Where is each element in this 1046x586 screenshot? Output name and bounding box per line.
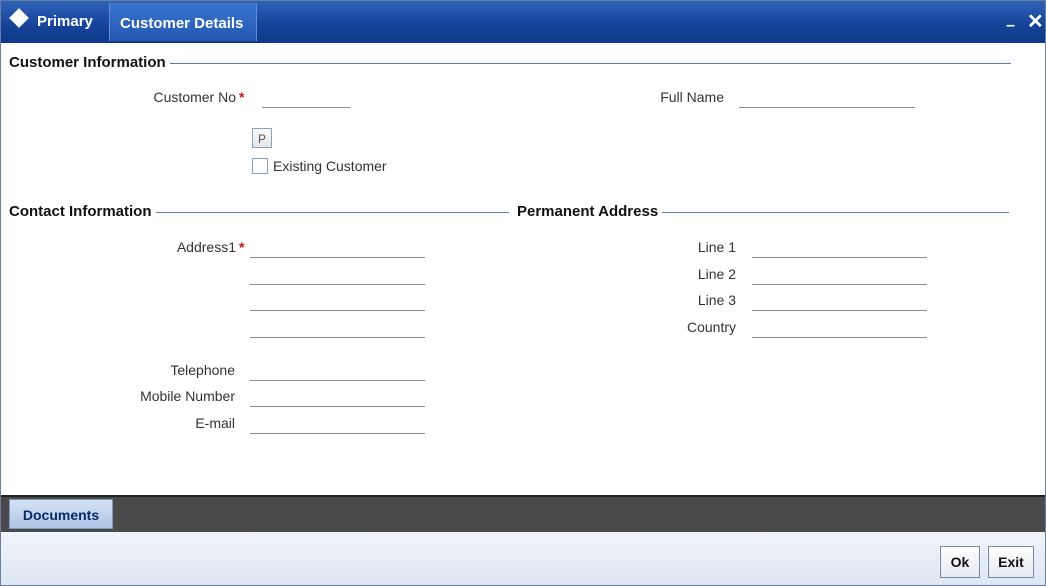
existing-customer-label: Existing Customer [273, 158, 387, 174]
tab-customer-details[interactable]: Customer Details [109, 3, 257, 41]
tab-primary[interactable]: Primary [27, 3, 103, 41]
line3-label: Line 3 [697, 292, 736, 308]
footer-bar [1, 532, 1045, 585]
mobile-number-label: Mobile Number [140, 388, 235, 404]
email-input[interactable] [250, 415, 425, 434]
address-line-2-input[interactable] [250, 266, 425, 285]
address-line-4-input[interactable] [250, 319, 425, 338]
country-label: Country [686, 319, 736, 335]
customer-information-header: Customer Information [5, 54, 170, 71]
line1-input[interactable] [752, 239, 927, 258]
line2-label: Line 2 [697, 266, 736, 282]
required-marker: * [239, 89, 245, 105]
customer-lookup-button[interactable]: P [252, 128, 272, 148]
full-name-label: Full Name [660, 89, 724, 105]
permanent-address-header: Permanent Address [513, 203, 663, 220]
customer-no-label: Customer No [153, 89, 236, 105]
contact-information-header: Contact Information [5, 203, 156, 220]
line1-label: Line 1 [697, 239, 736, 255]
telephone-input[interactable] [250, 362, 425, 381]
address-line-3-input[interactable] [250, 292, 425, 311]
exit-button[interactable]: Exit [988, 546, 1034, 578]
email-label: E-mail [195, 415, 235, 431]
address-line-1-input[interactable] [250, 239, 425, 258]
documents-bar [1, 495, 1045, 532]
close-icon[interactable]: ✕ [1027, 10, 1044, 34]
title-bar: Primary Customer Details – ✕ [1, 1, 1045, 43]
diamond-icon [9, 8, 29, 28]
full-name-input[interactable] [739, 89, 915, 108]
existing-customer-checkbox[interactable] [252, 158, 268, 174]
telephone-label: Telephone [170, 362, 235, 378]
line3-input[interactable] [752, 292, 927, 311]
customer-no-input[interactable] [262, 89, 350, 108]
required-marker: * [239, 239, 245, 255]
customer-details-window: Primary Customer Details – ✕ Customer In… [0, 0, 1046, 586]
mobile-number-input[interactable] [250, 388, 425, 407]
address1-label: Address1 [176, 239, 236, 255]
minimize-icon[interactable]: – [1006, 16, 1018, 36]
country-input[interactable] [752, 319, 927, 338]
line2-input[interactable] [752, 266, 927, 285]
documents-button[interactable]: Documents [9, 499, 113, 529]
ok-button[interactable]: Ok [940, 546, 980, 578]
